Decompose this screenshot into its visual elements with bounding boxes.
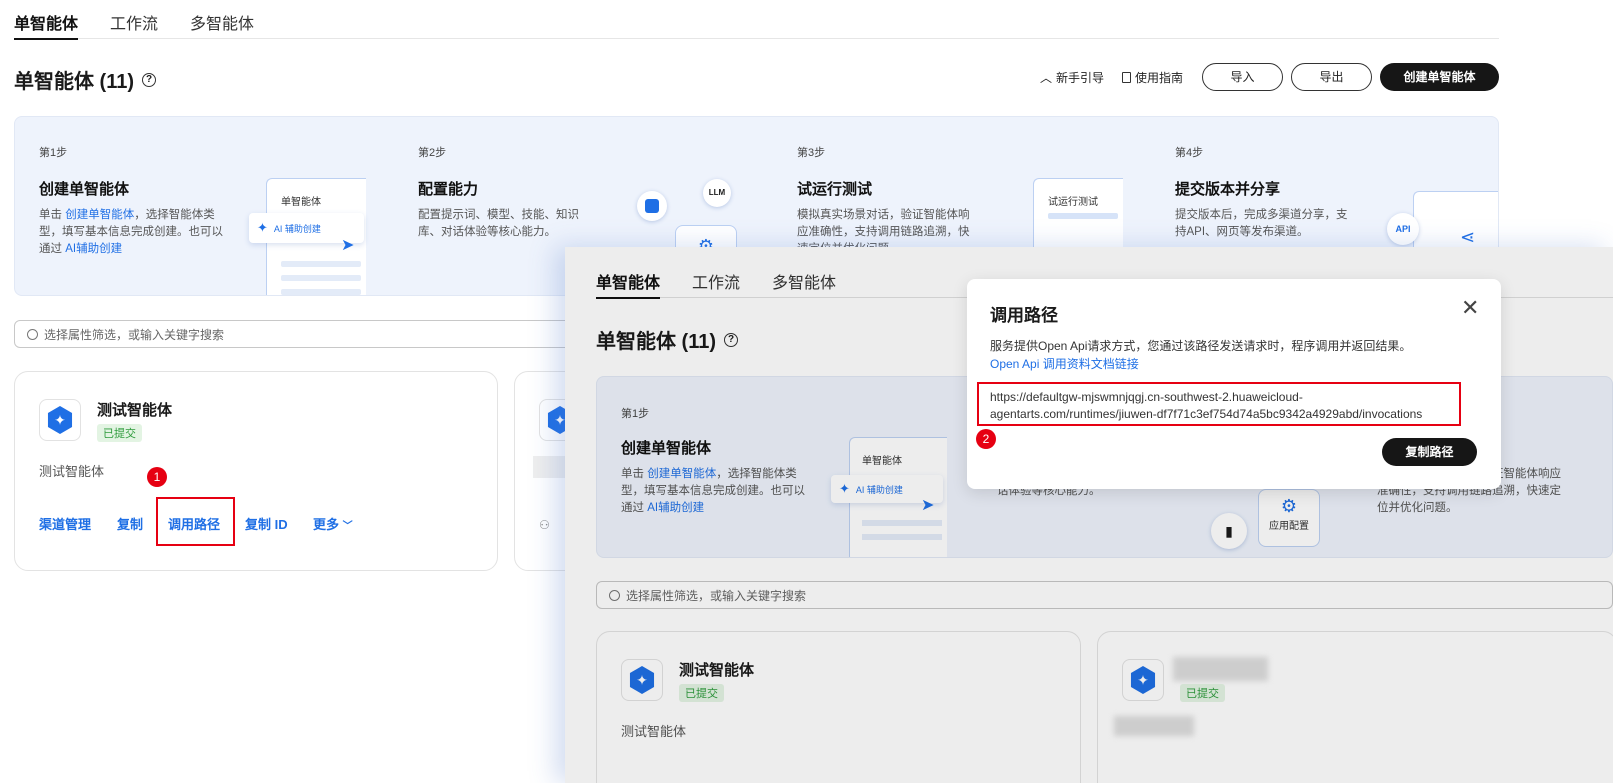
dialog-description: 服务提供Open Api请求方式，您通过该路径发送请求时，程序调用并返回结果。 <box>990 339 1412 353</box>
step3-mini-header: 试运行测试 <box>1048 197 1098 208</box>
export-button[interactable]: 导出 <box>1291 63 1372 91</box>
step4-desc: 提交版本后，完成多渠道分享，支持API、网页等发布渠道。 <box>1175 209 1348 238</box>
close-icon[interactable]: ✕ <box>1461 295 1479 321</box>
more-label: 更多 <box>313 517 340 532</box>
step2-label: 第2步 <box>418 147 447 159</box>
step-marker-1: 1 <box>147 467 167 487</box>
search-placeholder: 选择属性筛选，或输入关键字搜索 <box>44 327 225 342</box>
ai-assist-chip-label: AI 辅助创建 <box>273 223 321 234</box>
api-icon: API <box>1387 213 1419 245</box>
step-marker-2: 2 <box>976 429 996 449</box>
question-circle-icon[interactable]: ? <box>142 72 157 87</box>
agent-sparkle-icon: ✦ <box>47 406 73 434</box>
step4-label: 第4步 <box>1175 147 1204 159</box>
dialog-title: 调用路径 <box>990 306 1058 325</box>
copy-path-button[interactable]: 复制路径 <box>1382 438 1477 466</box>
import-button[interactable]: 导入 <box>1202 63 1283 91</box>
step1-desc-pre: 单击 <box>39 209 62 221</box>
cursor-icon: ➤ <box>341 237 355 254</box>
sparkle-icon: ✦ <box>257 220 268 235</box>
step4-title: 提交版本并分享 <box>1175 181 1281 198</box>
beginner-guide-button[interactable]: ︿ 新手引导 <box>1040 69 1104 86</box>
step2-title: 配置能力 <box>418 181 479 198</box>
tab-single-agent[interactable]: 单智能体 <box>14 0 79 40</box>
create-agent-link[interactable]: 创建单智能体 <box>65 209 134 221</box>
create-agent-button[interactable]: 创建单智能体 <box>1380 63 1499 91</box>
step3-label: 第3步 <box>797 147 826 159</box>
user-manual-button[interactable]: 使用指南 <box>1122 69 1183 86</box>
agent-name: 测试智能体 <box>97 402 173 419</box>
api-doc-link[interactable]: Open Api 调用资料文档链接 <box>990 355 1139 372</box>
page-title: 单智能体 (11) <box>14 71 135 93</box>
tab-multi-agent[interactable]: 多智能体 <box>190 0 254 39</box>
copy-button[interactable]: 复制 <box>117 514 143 533</box>
agent-avatar: ✦ <box>39 399 81 441</box>
step1-desc: 单击 创建单智能体，选择智能体类型，填写基本信息完成创建。也可以通过 AI辅助创… <box>39 207 229 258</box>
channel-manage-button[interactable]: 渠道管理 <box>39 514 91 533</box>
more-button[interactable]: 更多 ﹀ <box>313 514 353 533</box>
tab-workflow[interactable]: 工作流 <box>110 0 158 39</box>
copy-id-button[interactable]: 复制 ID <box>245 514 288 533</box>
invoke-url-line2: agentarts.com/runtimes/jiuwen-df7f71c3ef… <box>990 407 1423 421</box>
agent-description: 测试智能体 <box>39 464 105 479</box>
step2-desc: 配置提示词、模型、技能、知识库、对话体验等核心能力。 <box>418 209 579 238</box>
invoke-path-button[interactable]: 调用路径 <box>168 514 220 533</box>
top-tabs: 单智能体 工作流 多智能体 <box>14 0 1499 40</box>
invoke-url-line1: https://defaultgw-mjswmnjqgj.cn-southwes… <box>990 390 1303 404</box>
chevron-down-icon: ﹀ <box>342 521 353 532</box>
page-header: 单智能体 (11) ? <box>14 65 157 94</box>
translate-icon <box>637 191 667 221</box>
step1-mini-header: 单智能体 <box>281 197 321 208</box>
share-icon: ⋖ <box>1460 227 1476 247</box>
llm-icon: LLM <box>703 179 731 207</box>
chevron-up-icon: ︿ <box>1040 71 1053 85</box>
status-badge: 已提交 <box>97 424 142 442</box>
ai-assist-link[interactable]: AI辅助创建 <box>65 243 122 255</box>
user-icon: ⚇ <box>539 518 550 532</box>
book-icon <box>1122 72 1131 83</box>
user-manual-label: 使用指南 <box>1135 71 1184 85</box>
step3-title: 试运行测试 <box>797 181 873 198</box>
step1-title: 创建单智能体 <box>39 181 130 198</box>
step1-label: 第1步 <box>39 147 68 159</box>
search-icon <box>27 328 38 340</box>
beginner-guide-label: 新手引导 <box>1056 71 1105 85</box>
agent-card[interactable]: ✦ 测试智能体 已提交 测试智能体 渠道管理 复制 调用路径 复制 ID 更多 … <box>14 371 498 571</box>
invoke-path-dialog: 调用路径 ✕ 服务提供Open Api请求方式，您通过该路径发送请求时，程序调用… <box>967 279 1501 489</box>
search-input[interactable]: 选择属性筛选，或输入关键字搜索 <box>14 320 574 348</box>
invoke-url[interactable]: https://defaultgw-mjswmnjqgj.cn-southwes… <box>990 389 1422 423</box>
